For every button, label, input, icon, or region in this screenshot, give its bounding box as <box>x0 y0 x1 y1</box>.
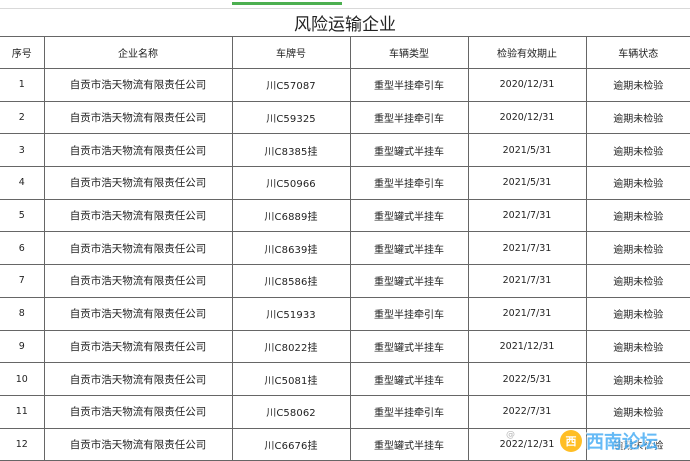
cell-plate: 川C8022挂 <box>231 329 351 364</box>
cell-serial: 6 <box>0 231 45 266</box>
cell-expiry: 2021/7/31 <box>467 198 587 233</box>
header-company: 企业名称 <box>43 36 233 69</box>
table-row: 5 自贡市浩天物流有限责任公司 川C6889挂 重型罐式半挂车 2021/7/3… <box>0 198 690 233</box>
cell-expiry: 2022/7/31 <box>467 394 587 429</box>
cell-expiry: 2021/7/31 <box>467 231 587 266</box>
cell-vehicle-type: 重型罐式半挂车 <box>349 264 469 298</box>
cell-company: 自贡市浩天物流有限责任公司 <box>43 68 233 102</box>
cell-vehicle-type: 重型半挂牵引车 <box>349 166 469 200</box>
header-expiry: 检验有效期止 <box>467 36 587 69</box>
cell-expiry: 2021/12/31 <box>467 329 587 364</box>
cell-plate: 川C58062 <box>231 394 351 429</box>
cell-plate: 川C50966 <box>231 166 351 200</box>
cell-serial: 10 <box>0 362 45 396</box>
cell-serial: 5 <box>0 198 45 233</box>
cell-vehicle-type: 重型罐式半挂车 <box>349 362 469 396</box>
cell-plate: 川C8385挂 <box>231 133 351 168</box>
cell-company: 自贡市浩天物流有限责任公司 <box>43 264 233 298</box>
cell-plate: 川C57087 <box>231 68 351 102</box>
cell-company: 自贡市浩天物流有限责任公司 <box>43 100 233 135</box>
cell-company: 自贡市浩天物流有限责任公司 <box>43 296 233 331</box>
table-row: 11 自贡市浩天物流有限责任公司 川C58062 重型半挂牵引车 2022/7/… <box>0 394 690 429</box>
cell-vehicle-type: 重型罐式半挂车 <box>349 427 469 461</box>
cell-status: 逾期未检验 <box>585 394 690 429</box>
header-vehicle-type: 车辆类型 <box>349 36 469 69</box>
cell-status: 逾期未检验 <box>585 427 690 461</box>
cell-expiry: 2021/7/31 <box>467 296 587 331</box>
cell-status: 逾期未检验 <box>585 100 690 135</box>
cell-company: 自贡市浩天物流有限责任公司 <box>43 166 233 200</box>
cell-expiry: 2020/12/31 <box>467 68 587 102</box>
cell-serial: 2 <box>0 100 45 135</box>
cell-serial: 12 <box>0 427 45 461</box>
cell-vehicle-type: 重型罐式半挂车 <box>349 231 469 266</box>
header-serial: 序号 <box>0 36 45 69</box>
cell-serial: 7 <box>0 264 45 298</box>
cell-plate: 川C6676挂 <box>231 427 351 461</box>
table-row: 4 自贡市浩天物流有限责任公司 川C50966 重型半挂牵引车 2021/5/3… <box>0 166 690 200</box>
cell-plate: 川C5081挂 <box>231 362 351 396</box>
cell-vehicle-type: 重型半挂牵引车 <box>349 68 469 102</box>
cell-status: 逾期未检验 <box>585 362 690 396</box>
cell-serial: 11 <box>0 394 45 429</box>
cell-vehicle-type: 重型半挂牵引车 <box>349 394 469 429</box>
cell-status: 逾期未检验 <box>585 264 690 298</box>
active-tab-accent <box>232 2 342 5</box>
cell-company: 自贡市浩天物流有限责任公司 <box>43 133 233 168</box>
cell-company: 自贡市浩天物流有限责任公司 <box>43 362 233 396</box>
cell-status: 逾期未检验 <box>585 68 690 102</box>
cell-company: 自贡市浩天物流有限责任公司 <box>43 394 233 429</box>
table-row: 2 自贡市浩天物流有限责任公司 川C59325 重型半挂牵引车 2020/12/… <box>0 100 690 135</box>
page-title: 风险运输企业 <box>0 8 690 37</box>
cell-company: 自贡市浩天物流有限责任公司 <box>43 198 233 233</box>
cell-plate: 川C51933 <box>231 296 351 331</box>
cell-expiry: 2021/7/31 <box>467 264 587 298</box>
header-status: 车辆状态 <box>585 36 690 69</box>
table-row: 9 自贡市浩天物流有限责任公司 川C8022挂 重型罐式半挂车 2021/12/… <box>0 329 690 364</box>
cell-expiry: 2022/12/31 <box>467 427 587 461</box>
cell-expiry: 2022/5/31 <box>467 362 587 396</box>
cell-company: 自贡市浩天物流有限责任公司 <box>43 329 233 364</box>
cell-plate: 川C8586挂 <box>231 264 351 298</box>
table-row: 3 自贡市浩天物流有限责任公司 川C8385挂 重型罐式半挂车 2021/5/3… <box>0 133 690 168</box>
table-row: 12 自贡市浩天物流有限责任公司 川C6676挂 重型罐式半挂车 2022/12… <box>0 427 690 461</box>
cell-status: 逾期未检验 <box>585 231 690 266</box>
cell-vehicle-type: 重型半挂牵引车 <box>349 296 469 331</box>
table-row: 6 自贡市浩天物流有限责任公司 川C8639挂 重型罐式半挂车 2021/7/3… <box>0 231 690 266</box>
table-row: 1 自贡市浩天物流有限责任公司 川C57087 重型半挂牵引车 2020/12/… <box>0 68 690 102</box>
cell-company: 自贡市浩天物流有限责任公司 <box>43 231 233 266</box>
cell-expiry: 2021/5/31 <box>467 166 587 200</box>
cell-vehicle-type: 重型半挂牵引车 <box>349 100 469 135</box>
cell-status: 逾期未检验 <box>585 296 690 331</box>
cell-serial: 8 <box>0 296 45 331</box>
table-row: 7 自贡市浩天物流有限责任公司 川C8586挂 重型罐式半挂车 2021/7/3… <box>0 264 690 298</box>
cell-status: 逾期未检验 <box>585 133 690 168</box>
cell-serial: 1 <box>0 68 45 102</box>
cell-vehicle-type: 重型罐式半挂车 <box>349 198 469 233</box>
table-row: 10 自贡市浩天物流有限责任公司 川C5081挂 重型罐式半挂车 2022/5/… <box>0 362 690 396</box>
cell-serial: 9 <box>0 329 45 364</box>
header-plate: 车牌号 <box>231 36 351 69</box>
cell-company: 自贡市浩天物流有限责任公司 <box>43 427 233 461</box>
cell-vehicle-type: 重型罐式半挂车 <box>349 329 469 364</box>
cell-status: 逾期未检验 <box>585 166 690 200</box>
cell-plate: 川C59325 <box>231 100 351 135</box>
cell-plate: 川C6889挂 <box>231 198 351 233</box>
cell-vehicle-type: 重型罐式半挂车 <box>349 133 469 168</box>
cell-serial: 3 <box>0 133 45 168</box>
table-header-row: 序号 企业名称 车牌号 车辆类型 检验有效期止 车辆状态 <box>0 36 690 69</box>
table-row: 8 自贡市浩天物流有限责任公司 川C51933 重型半挂牵引车 2021/7/3… <box>0 296 690 331</box>
cell-plate: 川C8639挂 <box>231 231 351 266</box>
cell-expiry: 2020/12/31 <box>467 100 587 135</box>
cell-status: 逾期未检验 <box>585 329 690 364</box>
cell-expiry: 2021/5/31 <box>467 133 587 168</box>
cell-status: 逾期未检验 <box>585 198 690 233</box>
risk-enterprise-table: 序号 企业名称 车牌号 车辆类型 检验有效期止 车辆状态 1 自贡市浩天物流有限… <box>0 36 690 461</box>
spreadsheet-sheet: 风险运输企业 序号 企业名称 车牌号 车辆类型 检验有效期止 车辆状态 1 自贡… <box>0 0 690 461</box>
cell-serial: 4 <box>0 166 45 200</box>
